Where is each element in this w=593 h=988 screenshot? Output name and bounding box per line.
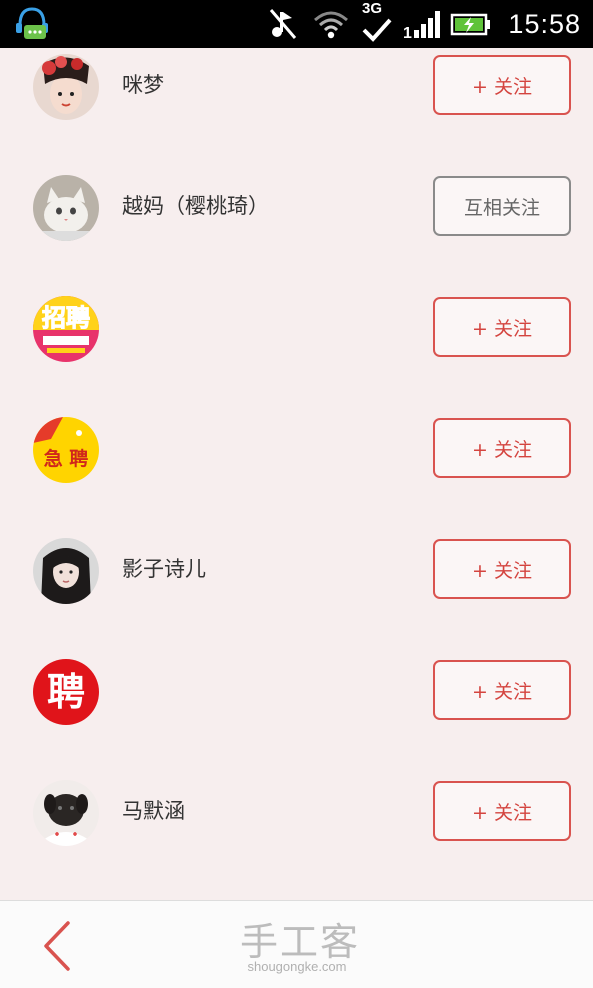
follow-button[interactable]: + 关注 [433, 781, 571, 841]
avatar-woman-longhair [33, 538, 99, 604]
user-avatar[interactable] [33, 54, 99, 120]
follow-button[interactable]: + 关注 [433, 297, 571, 357]
user-avatar[interactable]: 聘 [33, 659, 99, 725]
mutual-follow-button[interactable]: 互相关注 [433, 176, 571, 236]
list-item[interactable]: 急 聘 + 关注 [0, 363, 593, 484]
avatar-cat [33, 175, 99, 241]
user-avatar[interactable]: 招聘 [33, 296, 99, 362]
follow-button[interactable]: + 关注 [433, 418, 571, 478]
user-name: 咪梦 [122, 73, 164, 97]
list-item[interactable]: 越妈（樱桃琦） 互相关注 [0, 121, 593, 242]
user-name: 越妈（樱桃琦） [122, 194, 269, 218]
follow-button[interactable]: + 关注 [433, 539, 571, 599]
user-avatar[interactable]: 急 聘 [33, 417, 99, 483]
avatar-hire-red: 聘 [33, 659, 99, 725]
avatar-urgent-hiring: 急 聘 [33, 417, 99, 483]
avatar-recruit-poster: 招聘 [33, 296, 99, 362]
list-item[interactable]: 马默涵 + 关注 [0, 726, 593, 847]
logo-text-cn: 手工客 [239, 920, 360, 964]
bottom-bar: 手工客 shougongke.com [0, 900, 593, 988]
recruit-text: 招聘 [42, 304, 90, 332]
list-item[interactable]: 影子诗儿 + 关注 [0, 484, 593, 605]
hire-text: 聘 [47, 670, 85, 714]
logo-text-en: shougongke.com [247, 959, 347, 974]
user-avatar[interactable] [33, 780, 99, 846]
follow-button[interactable]: + 关注 [433, 660, 571, 720]
user-avatar[interactable] [33, 538, 99, 604]
list-item[interactable]: 招聘 + 关注 [0, 242, 593, 363]
user-avatar[interactable] [33, 175, 99, 241]
urgent-text: 急 聘 [44, 447, 89, 470]
avatar-woman-flowers [33, 54, 99, 120]
avatar-puppy [33, 780, 99, 846]
list-item[interactable]: 聘 + 关注 [0, 605, 593, 726]
back-arrow-icon[interactable] [38, 919, 74, 973]
user-name: 影子诗儿 [122, 557, 206, 581]
follow-button[interactable]: + 关注 [433, 55, 571, 115]
list-item[interactable]: 咪梦 + 关注 [0, 0, 593, 121]
user-name: 马默涵 [122, 799, 185, 823]
